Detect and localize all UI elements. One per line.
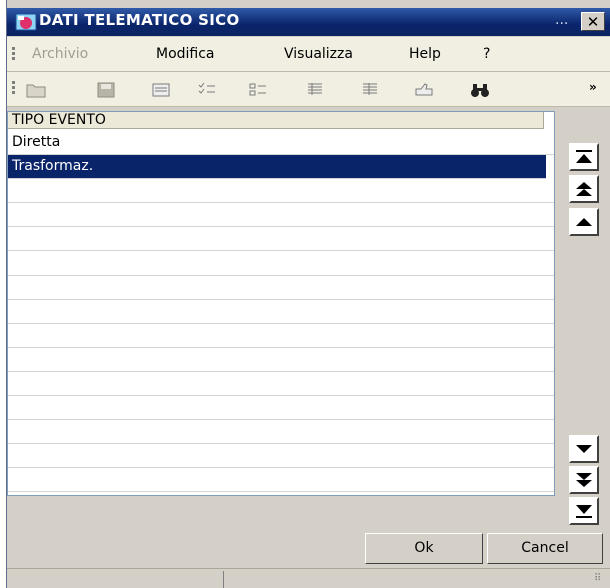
menu-modifica[interactable]: Modifica [156, 46, 215, 62]
menu-bar: Archivio Modifica Visualizza Help ? [7, 37, 610, 72]
title-dots: ... [555, 12, 569, 28]
list-rows: Diretta Trasformaz. [8, 131, 554, 495]
form-view-icon[interactable] [150, 81, 172, 99]
list-item[interactable] [8, 444, 554, 469]
list-item[interactable] [8, 348, 554, 372]
move-last-button[interactable] [569, 497, 599, 525]
move-up-button[interactable] [569, 208, 599, 236]
binoculars-icon[interactable] [469, 81, 491, 99]
window-title: DATI TELEMATICO SICO [39, 11, 240, 29]
list-view-icon[interactable] [247, 81, 269, 99]
menu-visualizza[interactable]: Visualizza [284, 46, 353, 62]
arrow-top-icon [576, 150, 592, 163]
list-item[interactable] [8, 420, 554, 445]
move-down-button[interactable] [569, 435, 599, 463]
details-view-icon[interactable] [304, 81, 326, 99]
checklist-icon[interactable] [196, 81, 218, 99]
menu-help[interactable]: Help [409, 46, 441, 62]
close-icon: ✕ [586, 13, 600, 31]
list-item[interactable] [8, 251, 554, 276]
list-item[interactable] [8, 203, 554, 228]
page-up-button[interactable] [569, 175, 599, 203]
list-item[interactable] [8, 276, 554, 300]
arrow-up-icon [576, 218, 592, 226]
open-folder-icon[interactable] [25, 81, 47, 99]
list-item[interactable]: Diretta [8, 131, 554, 156]
list-item[interactable] [8, 396, 554, 421]
cancel-button[interactable]: Cancel [487, 533, 603, 564]
arrow-down-icon [576, 445, 592, 453]
double-arrow-down-icon [576, 473, 592, 487]
page-down-button[interactable] [569, 466, 599, 494]
list-item[interactable] [8, 468, 554, 493]
close-button[interactable]: ✕ [581, 12, 605, 31]
list-item[interactable] [8, 300, 554, 324]
status-separator [223, 571, 224, 588]
menu-question[interactable]: ? [483, 46, 490, 62]
list-item[interactable] [8, 492, 554, 495]
double-arrow-up-icon [576, 182, 592, 196]
list-item[interactable] [8, 227, 554, 252]
column-header-tipo-evento[interactable]: TIPO EVENTO [8, 112, 544, 129]
list-item[interactable]: Trasformaz. [8, 155, 546, 180]
list-item[interactable] [8, 372, 554, 397]
move-first-button[interactable] [569, 143, 599, 171]
arrow-bottom-icon [576, 505, 592, 518]
status-bar: ⠿ [7, 568, 610, 588]
title-bar[interactable]: DATI TELEMATICO SICO ... ✕ [7, 8, 610, 36]
ok-button[interactable]: Ok [365, 533, 483, 564]
application-window: DATI TELEMATICO SICO ... ✕ Archivio Modi… [6, 0, 610, 588]
toolbar-overflow-icon[interactable]: » [589, 80, 597, 94]
list-item[interactable] [8, 324, 554, 348]
menu-archivio[interactable]: Archivio [32, 46, 88, 62]
menu-grip[interactable] [12, 47, 15, 62]
app-icon [15, 13, 37, 31]
toolbar-grip[interactable] [12, 81, 15, 96]
report-view-icon[interactable] [359, 81, 381, 99]
list-item[interactable] [8, 179, 554, 204]
toolbar: » [7, 72, 610, 107]
save-icon[interactable] [95, 81, 117, 99]
resize-grip-icon[interactable]: ⠿ [594, 573, 601, 584]
event-type-list[interactable]: TIPO EVENTO Diretta Trasformaz. [7, 111, 555, 496]
thumbs-up-icon[interactable] [413, 81, 435, 99]
